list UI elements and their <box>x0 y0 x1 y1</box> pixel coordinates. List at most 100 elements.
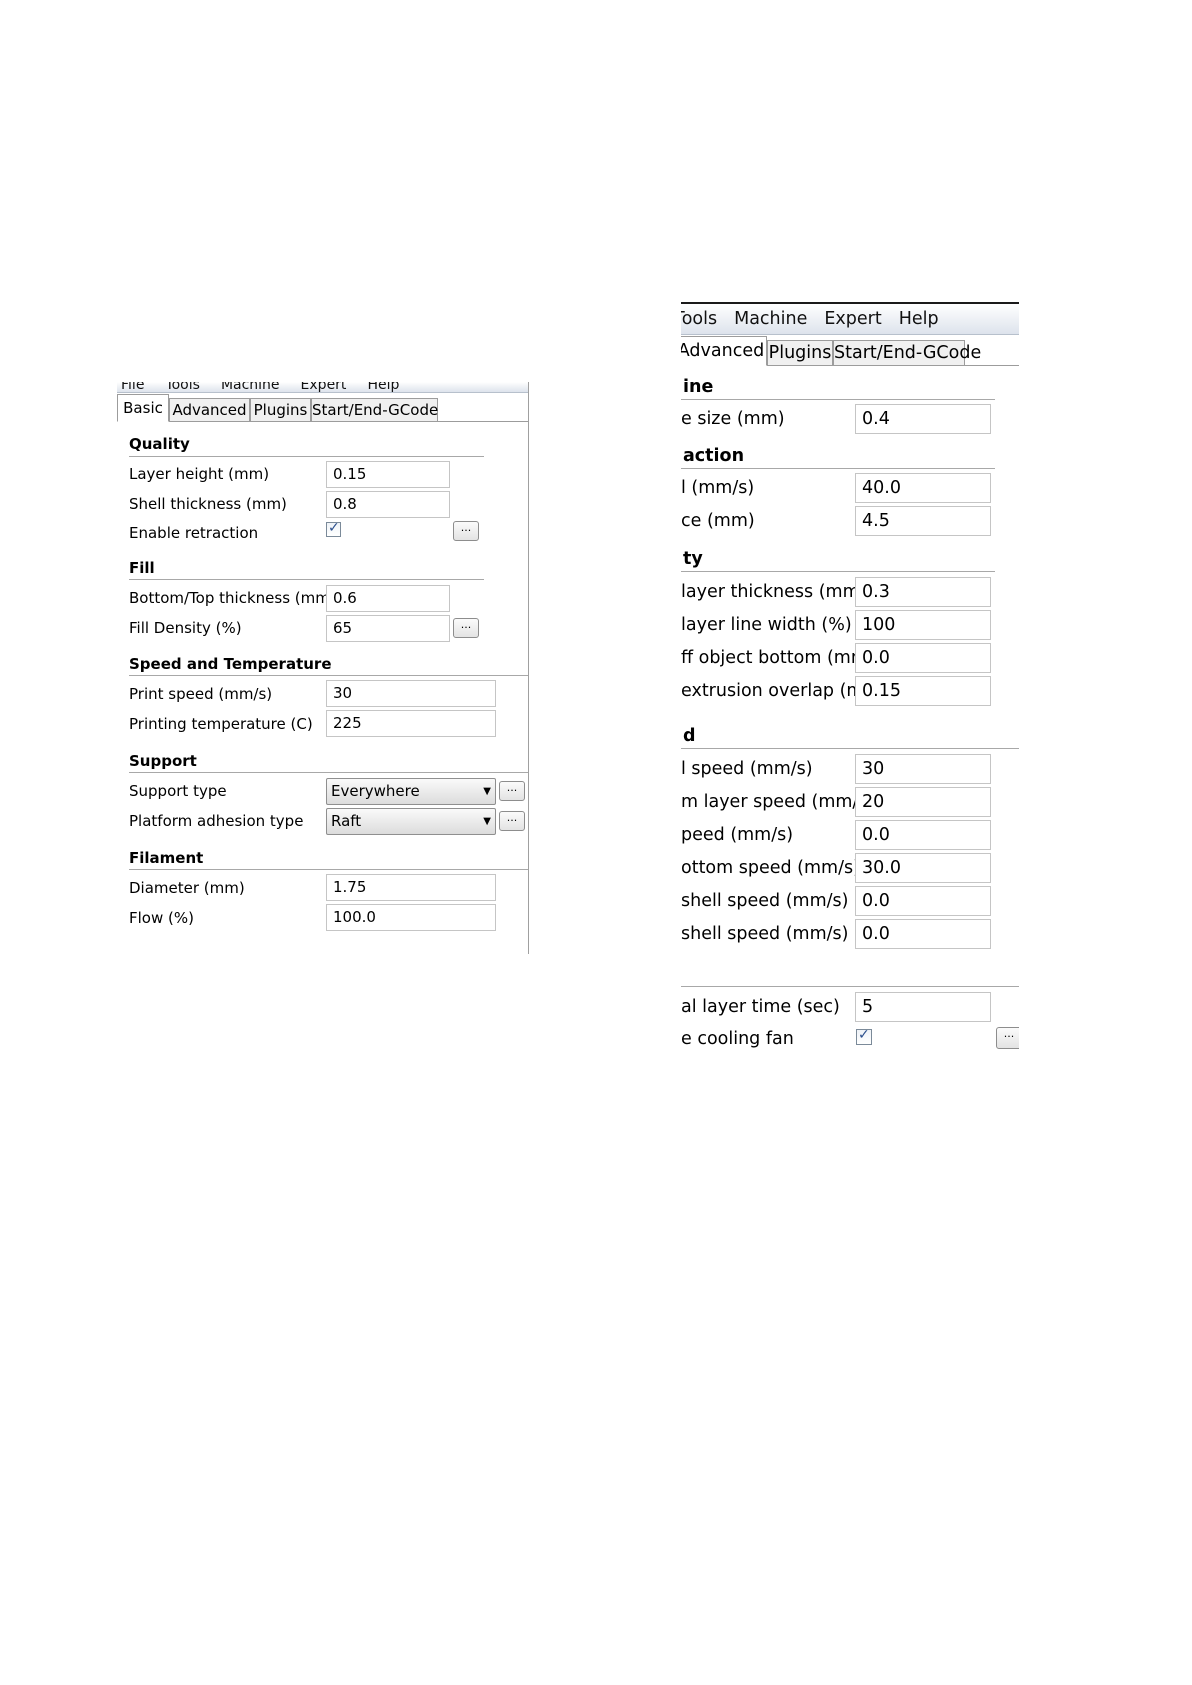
section-divider <box>129 772 528 773</box>
bottom-layer-speed-label: m layer speed (mm/s) <box>681 792 875 812</box>
section-title-quality: Quality <box>129 435 190 453</box>
section-divider <box>681 986 1019 987</box>
fill-density-input[interactable]: 65 <box>326 615 450 642</box>
retraction-distance-label: ce (mm) <box>681 511 755 531</box>
layer-height-input[interactable]: 0.15 <box>326 461 450 488</box>
tab-basic[interactable]: Basic <box>117 394 169 422</box>
retraction-distance-input[interactable]: 4.5 <box>855 506 991 536</box>
section-title-fill: Fill <box>129 559 155 577</box>
outer-shell-speed-input[interactable]: 0.0 <box>855 886 991 916</box>
shell-thickness-input[interactable]: 0.8 <box>326 491 450 518</box>
tab-bar: Advanced Plugins Start/End-GCode <box>681 335 1019 366</box>
section-title-filament: Filament <box>129 849 204 867</box>
menu-help[interactable]: Help <box>367 382 399 392</box>
menu-file[interactable]: File <box>121 382 144 392</box>
enable-retraction-label: Enable retraction <box>129 524 259 542</box>
tab-advanced[interactable]: Advanced <box>681 336 767 366</box>
section-divider <box>129 869 528 870</box>
checkmark-icon: ✓ <box>328 520 340 536</box>
section-divider <box>129 456 484 457</box>
section-title-retraction: action <box>683 446 745 466</box>
minimal-layer-time-label: al layer time (sec) <box>681 997 840 1017</box>
menu-expert[interactable]: Expert <box>824 309 881 329</box>
top-bottom-speed-label: ottom speed (mm/s) <box>681 858 860 878</box>
section-title-speed-temperature: Speed and Temperature <box>129 655 332 673</box>
inner-shell-speed-input[interactable]: 0.0 <box>855 919 991 949</box>
support-type-value: Everywhere <box>331 782 420 800</box>
section-title-quality: ty <box>683 549 703 569</box>
cut-off-object-bottom-label: ff object bottom (mm) <box>681 648 875 668</box>
checkmark-icon: ✓ <box>858 1027 870 1043</box>
bottom-layer-speed-input[interactable]: 20 <box>855 787 991 817</box>
printing-temperature-input[interactable]: 225 <box>326 710 496 737</box>
nozzle-size-input[interactable]: 0.4 <box>855 404 991 434</box>
section-divider <box>681 571 995 572</box>
section-divider <box>681 468 995 469</box>
basic-settings-panel: File Tools Machine Expert Help Basic Advance… <box>117 382 529 954</box>
enable-cooling-fan-checkbox[interactable]: ✓ <box>856 1027 872 1045</box>
section-title-support: Support <box>129 752 197 770</box>
printing-temperature-label: Printing temperature (C) <box>129 715 313 733</box>
initial-layer-line-width-input[interactable]: 100 <box>855 610 991 640</box>
menu-machine[interactable]: Machine <box>734 309 807 329</box>
menu-bar: File Tools Machine Expert Help <box>117 382 528 393</box>
fill-options-button[interactable]: ... <box>453 618 479 638</box>
initial-layer-thickness-label: layer thickness (mm) <box>681 582 867 602</box>
enable-retraction-checkbox[interactable]: ✓ <box>326 520 341 537</box>
retraction-options-button[interactable]: ... <box>453 521 479 541</box>
initial-layer-thickness-input[interactable]: 0.3 <box>855 577 991 607</box>
menu-machine[interactable]: Machine <box>221 382 280 392</box>
adhesion-options-button[interactable]: ... <box>499 811 525 831</box>
layer-height-label: Layer height (mm) <box>129 465 270 483</box>
outer-shell-speed-label: shell speed (mm/s) <box>681 891 849 911</box>
support-type-select[interactable]: Everywhere ▼ <box>326 778 496 805</box>
cut-off-object-bottom-input[interactable]: 0.0 <box>855 643 991 673</box>
diameter-input[interactable]: 1.75 <box>326 874 496 901</box>
tab-plugins[interactable]: Plugins <box>767 340 833 366</box>
minimal-layer-time-input[interactable]: 5 <box>855 992 991 1022</box>
dual-extrusion-overlap-input[interactable]: 0.15 <box>855 676 991 706</box>
cooling-options-button[interactable]: ... <box>996 1027 1019 1049</box>
section-divider <box>129 579 484 580</box>
tab-bar: Basic Advanced Plugins Start/End-GCode <box>117 393 528 422</box>
tab-start-end-gcode[interactable]: Start/End-GCode <box>311 398 438 422</box>
travel-speed-input[interactable]: 30 <box>855 754 991 784</box>
top-bottom-speed-input[interactable]: 30.0 <box>855 853 991 883</box>
nozzle-size-label: e size (mm) <box>681 409 785 429</box>
travel-speed-label: l speed (mm/s) <box>681 759 813 779</box>
platform-adhesion-select[interactable]: Raft ▼ <box>326 808 496 835</box>
support-options-button[interactable]: ... <box>499 781 525 801</box>
tab-advanced[interactable]: Advanced <box>169 398 250 422</box>
print-speed-label: Print speed (mm/s) <box>129 685 273 703</box>
diameter-label: Diameter (mm) <box>129 879 245 897</box>
menu-help[interactable]: Help <box>899 309 939 329</box>
infill-speed-input[interactable]: 0.0 <box>855 820 991 850</box>
advanced-settings-panel: Tools Machine Expert Help Advanced Plugins … <box>681 302 1019 1058</box>
initial-layer-line-width-label: layer line width (%) <box>681 615 852 635</box>
section-divider <box>681 748 1019 749</box>
flow-input[interactable]: 100.0 <box>326 904 496 931</box>
retraction-speed-input[interactable]: 40.0 <box>855 473 991 503</box>
menu-tools[interactable]: Tools <box>165 382 200 392</box>
section-divider <box>681 399 995 400</box>
tab-plugins[interactable]: Plugins <box>250 398 311 422</box>
tab-start-end-gcode[interactable]: Start/End-GCode <box>833 340 981 366</box>
menu-expert[interactable]: Expert <box>301 382 347 392</box>
enable-cooling-fan-label: e cooling fan <box>681 1029 794 1049</box>
print-speed-input[interactable]: 30 <box>326 680 496 707</box>
support-type-label: Support type <box>129 782 227 800</box>
shell-thickness-label: Shell thickness (mm) <box>129 495 287 513</box>
dropdown-arrow-icon: ▼ <box>483 786 491 797</box>
infill-speed-label: peed (mm/s) <box>681 825 794 845</box>
section-divider <box>129 675 528 676</box>
section-title-machine: ine <box>683 377 714 397</box>
platform-adhesion-label: Platform adhesion type <box>129 812 304 830</box>
inner-shell-speed-label: shell speed (mm/s) <box>681 924 849 944</box>
menu-bar: Tools Machine Expert Help <box>681 302 1019 335</box>
section-title-speed: d <box>683 726 696 746</box>
platform-adhesion-value: Raft <box>331 812 362 830</box>
flow-label: Flow (%) <box>129 909 194 927</box>
fill-density-label: Fill Density (%) <box>129 619 242 637</box>
menu-tools[interactable]: Tools <box>681 309 717 329</box>
bottom-top-thickness-input[interactable]: 0.6 <box>326 585 450 612</box>
